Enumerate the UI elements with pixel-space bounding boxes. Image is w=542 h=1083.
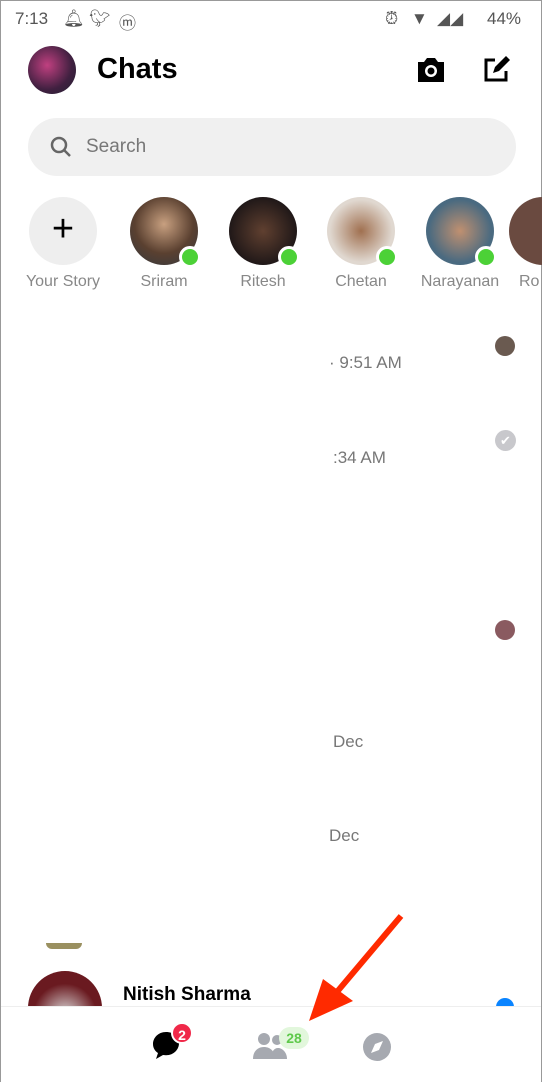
story-avatar: [229, 197, 300, 268]
status-bar: 7:13 🔔︎ 🐦︎ ⓜ ⏰︎ ▼ ◢◢ 44%: [1, 1, 541, 37]
story-label: Chetan: [335, 273, 387, 290]
story-label: Ro: [519, 273, 540, 290]
chat-avatar: [46, 943, 82, 949]
chat-timestamp: Dec: [329, 826, 360, 845]
sent-check-icon: ✔: [495, 430, 516, 451]
battery-level: 44%: [487, 9, 522, 28]
story-avatar: [426, 197, 497, 268]
story-label: Your Story: [25, 273, 101, 290]
story-label: Narayanan: [420, 273, 500, 290]
chat-name: Nitish Sharma: [123, 984, 251, 1005]
twitter-icon: 🐦︎: [89, 9, 111, 28]
story-item[interactable]: Sriram: [114, 197, 214, 291]
story-avatar: [509, 197, 542, 265]
messenger-icon: ⓜ: [119, 14, 136, 33]
story-your-story[interactable]: + Your Story: [13, 197, 113, 291]
chat-timestamp: :34 AM: [333, 448, 386, 467]
alarm-icon: ⏰︎: [385, 9, 399, 28]
compass-icon: [363, 1033, 391, 1061]
search-placeholder: Search: [86, 136, 147, 157]
bottom-nav: 2 28: [1, 1006, 541, 1083]
story-item[interactable]: Narayanan: [410, 197, 510, 291]
chat-timestamp: · 9:51 AM: [329, 353, 402, 372]
seen-avatar: [495, 336, 515, 356]
page-title: Chats: [97, 53, 178, 85]
nav-chats[interactable]: 2: [151, 1022, 193, 1066]
unread-badge: 2: [171, 1022, 193, 1044]
annotation-arrow: [309, 914, 404, 1021]
story-item[interactable]: Chetan: [311, 197, 411, 291]
story-avatar: [130, 197, 201, 268]
story-item[interactable]: Ro: [509, 197, 542, 291]
story-label: Ritesh: [240, 273, 286, 290]
online-indicator: [179, 246, 201, 268]
online-indicator: [376, 246, 398, 268]
camera-button[interactable]: [415, 55, 447, 90]
compose-icon: [484, 56, 510, 82]
nav-people[interactable]: 28: [253, 1027, 309, 1066]
wifi-icon: ▼: [411, 9, 428, 28]
seen-avatar: [495, 620, 515, 640]
story-avatar: [327, 197, 398, 268]
compose-button[interactable]: [481, 55, 511, 90]
profile-avatar[interactable]: [28, 46, 76, 94]
online-indicator: [475, 246, 497, 268]
nav-discover[interactable]: [363, 1033, 391, 1066]
camera-icon: [418, 58, 444, 82]
search-icon: [50, 136, 71, 157]
chat-timestamp: Dec: [333, 732, 364, 751]
story-item[interactable]: Ritesh: [213, 197, 313, 291]
signal-icon: ◢◢: [437, 9, 464, 28]
active-people-badge: 28: [279, 1027, 309, 1049]
clock: 7:13: [15, 9, 49, 28]
search-input[interactable]: Search: [28, 118, 516, 176]
story-label: Sriram: [140, 273, 188, 290]
plus-icon: +: [29, 197, 97, 265]
chat-row-nitish-sharma[interactable]: Nitish Sharma: [1, 966, 542, 1045]
bell-icon: 🔔︎: [63, 9, 85, 28]
online-indicator: [278, 246, 300, 268]
